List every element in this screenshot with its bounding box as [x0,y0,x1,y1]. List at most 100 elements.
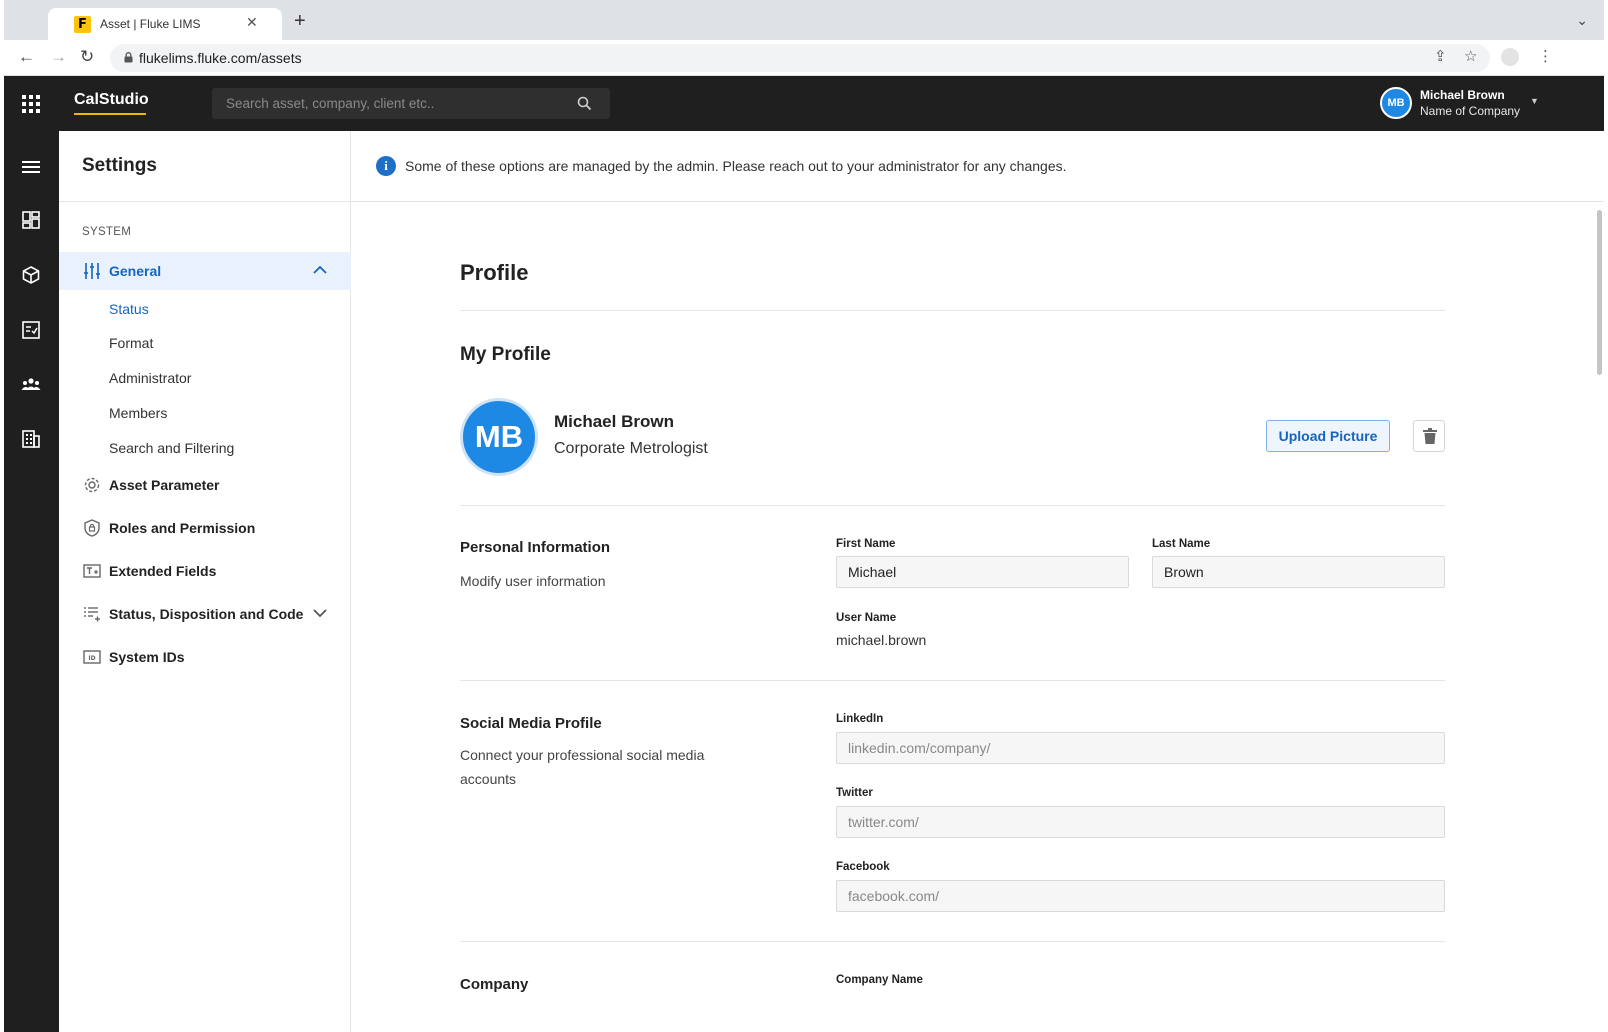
share-icon[interactable]: ⇪ [1434,49,1447,65]
settings-sidebar: Settings SYSTEM General Status Format Ad… [59,131,351,1032]
tab-search-chevron-icon[interactable]: ⌄ [1576,12,1588,29]
sidebar-item-label: Asset Parameter [109,477,220,493]
sidebar-item-label: General [109,263,162,279]
tab-strip: F Asset | Fluke LIMS ✕ + ⌄ [4,0,1604,41]
trash-icon [1423,428,1437,444]
user-menu[interactable]: MB Michael Brown Name of Company ▼ [1380,87,1550,121]
sidebar-item-general[interactable]: General [59,252,351,290]
sub-item-members[interactable]: Members [109,405,167,421]
list-add-icon [84,607,100,622]
username-value: michael.brown [836,632,927,648]
profile-avatar: MB [460,398,538,476]
new-tab-icon[interactable]: + [294,11,306,31]
back-arrow-icon[interactable]: ← [18,48,35,66]
first-name-label: First Name [836,538,896,550]
app-launcher-icon[interactable] [22,95,40,113]
shield-lock-icon [84,519,100,537]
company-title: Company [460,976,529,993]
personal-info-desc: Modify user information [460,573,606,589]
user-avatar: MB [1380,87,1412,119]
sidebar-item-label: Extended Fields [109,563,217,579]
id-badge-icon: ID [83,650,101,664]
section-label-system: SYSTEM [82,226,132,238]
first-name-field[interactable] [836,556,1129,588]
sidebar-item-system-ids[interactable]: ID System IDs [59,638,351,676]
sub-item-search-and-filtering[interactable]: Search and Filtering [109,440,234,456]
username-label: User Name [836,612,897,624]
chevron-up-icon[interactable] [313,265,327,275]
app-header: CalStudio MB Michael Brown Name of Compa… [4,76,1604,131]
last-name-field[interactable] [1152,556,1445,588]
sidebar-item-extended-fields[interactable]: Extended Fields [59,552,351,590]
sub-item-status[interactable]: Status [109,301,149,317]
search-input[interactable] [226,88,566,119]
caret-down-icon: ▼ [1530,96,1539,106]
building-icon[interactable] [21,429,41,449]
sub-item-format[interactable]: Format [109,335,153,351]
svg-text:ID: ID [88,655,95,662]
settings-title: Settings [82,155,157,176]
sidebar-item-roles-and-permission[interactable]: Roles and Permission [59,509,351,547]
chevron-down-icon[interactable] [313,608,327,618]
browser-toolbar: ← → ↻ flukelims.fluke.com/assets ⇪ ☆ ⋮ [4,40,1604,76]
people-icon[interactable] [21,374,41,394]
icon-rail [4,131,59,1032]
asset-box-icon[interactable] [21,265,41,285]
profile-name: Michael Brown [554,412,674,431]
tab-title: Asset | Fluke LIMS [100,17,201,31]
global-search [212,88,610,119]
sub-item-administrator[interactable]: Administrator [109,370,191,386]
twitter-label: Twitter [836,787,873,799]
facebook-field[interactable] [836,880,1445,912]
close-tab-icon[interactable]: ✕ [246,14,258,31]
main-content: i Some of these options are managed by t… [351,131,1604,1032]
brand-logo[interactable]: CalStudio [74,91,149,109]
reload-icon[interactable]: ↻ [80,48,94,66]
sidebar-item-asset-parameter[interactable]: Asset Parameter [59,466,351,504]
user-company: Name of Company [1420,104,1521,118]
last-name-label: Last Name [1152,538,1211,550]
sidebar-item-label: Status, Disposition and Code [109,606,304,622]
text-field-add-icon [83,564,101,578]
browser-menu-icon[interactable]: ⋮ [1538,49,1553,65]
company-name-label: Company Name [836,974,923,986]
my-profile-heading: My Profile [460,344,551,365]
fluke-favicon-icon: F [74,16,91,33]
browser-window: F Asset | Fluke LIMS ✕ + ⌄ ← → ↻ flukeli… [4,0,1604,1032]
personal-info-title: Personal Information [460,539,611,556]
browser-tab[interactable]: F Asset | Fluke LIMS ✕ [48,8,282,41]
admin-info-banner: i Some of these options are managed by t… [351,131,1604,202]
divider [460,505,1445,506]
profile-panel: Profile My Profile MB Michael Brown Corp… [460,202,1445,1032]
facebook-label: Facebook [836,861,890,873]
banner-text: Some of these options are managed by the… [405,158,1067,174]
sidebar-item-status-disposition-code[interactable]: Status, Disposition and Code [59,595,351,633]
url-text: flukelims.fluke.com/assets [139,50,302,66]
social-media-desc: Connect your professional social media a… [460,747,705,787]
delete-picture-button[interactable] [1413,420,1445,452]
linkedin-field[interactable] [836,732,1445,764]
brand-underline [74,113,146,115]
scrollbar[interactable] [1597,210,1602,375]
bookmark-star-icon[interactable]: ☆ [1464,49,1477,65]
divider [460,680,1445,681]
social-media-title: Social Media Profile [460,715,602,732]
divider [460,941,1445,942]
gear-cog-icon [84,477,100,493]
forward-arrow-icon[interactable]: → [50,48,67,66]
profile-icon[interactable] [1501,48,1519,66]
sidebar-item-label: Roles and Permission [109,520,256,536]
lock-icon [124,52,133,63]
upload-picture-button[interactable]: Upload Picture [1266,420,1390,452]
address-bar[interactable]: flukelims.fluke.com/assets [110,44,1490,72]
twitter-field[interactable] [836,806,1445,838]
profile-role: Corporate Metrologist [554,440,708,457]
search-icon[interactable] [577,96,592,111]
user-name: Michael Brown [1420,88,1505,102]
checklist-icon[interactable] [21,320,41,340]
divider [59,201,351,202]
menu-icon[interactable] [21,157,41,177]
sidebar-item-label: System IDs [109,649,185,665]
linkedin-label: LinkedIn [836,713,884,725]
dashboard-icon[interactable] [21,210,41,230]
